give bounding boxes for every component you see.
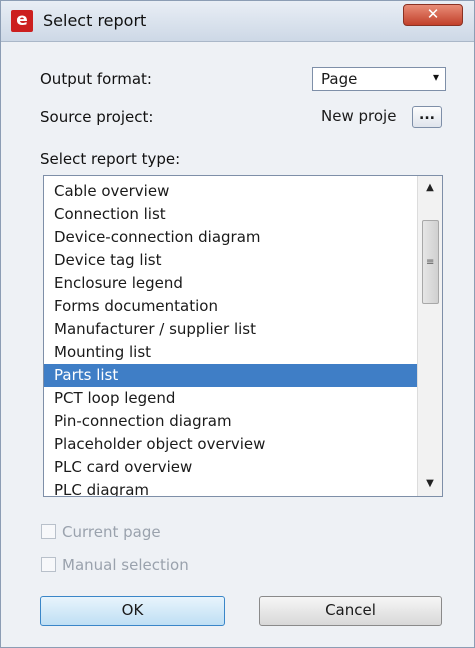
source-project-label: Source project: (40, 108, 154, 126)
manual-selection-checkbox[interactable] (41, 557, 56, 572)
title-bar[interactable]: e Select report ✕ (1, 1, 474, 42)
list-item[interactable]: Mounting list (44, 341, 417, 364)
current-page-option[interactable]: Current page (41, 523, 161, 541)
report-type-items: Cable overview Connection list Device-conn… (44, 180, 417, 496)
grip-icon: ≡ (426, 257, 435, 268)
output-format-value: Page (321, 70, 358, 88)
scroll-thumb[interactable]: ≡ (422, 220, 439, 304)
list-item[interactable]: Device tag list (44, 249, 417, 272)
list-item[interactable]: Forms documentation (44, 295, 417, 318)
select-report-dialog: e Select report ✕ Output format: Page ▾ … (0, 0, 475, 648)
vertical-scrollbar[interactable]: ▲ ≡ ▼ (417, 176, 442, 496)
report-type-list[interactable]: Cable overview Connection list Device-conn… (43, 175, 443, 497)
list-item[interactable]: Pin-connection diagram (44, 410, 417, 433)
browse-project-button[interactable]: ... (412, 106, 442, 128)
current-page-label: Current page (62, 523, 161, 541)
dialog-content: Output format: Page ▾ Source project: Ne… (1, 42, 474, 647)
close-button[interactable]: ✕ (403, 4, 463, 26)
list-item[interactable]: Parts list (44, 364, 417, 387)
manual-selection-option[interactable]: Manual selection (41, 556, 189, 574)
chevron-down-icon: ▾ (432, 70, 439, 84)
list-item[interactable]: PLC card overview (44, 456, 417, 479)
output-format-label: Output format: (40, 70, 152, 88)
app-logo-icon: e (11, 10, 33, 32)
cancel-button[interactable]: Cancel (259, 596, 442, 626)
manual-selection-label: Manual selection (62, 556, 189, 574)
list-item[interactable]: Manufacturer / supplier list (44, 318, 417, 341)
list-item[interactable]: PLC diagram (44, 479, 417, 496)
list-item[interactable]: Device-connection diagram (44, 226, 417, 249)
list-item[interactable]: Connection list (44, 203, 417, 226)
list-item[interactable]: Cable overview (44, 180, 417, 203)
output-format-dropdown[interactable]: Page ▾ (312, 67, 446, 91)
scroll-down-icon[interactable]: ▼ (418, 474, 442, 494)
list-item[interactable]: Placeholder object overview (44, 433, 417, 456)
report-type-label: Select report type: (40, 150, 181, 168)
list-item[interactable]: PCT loop legend (44, 387, 417, 410)
ok-button[interactable]: OK (40, 596, 225, 626)
dialog-title: Select report (43, 11, 147, 30)
list-item[interactable]: Enclosure legend (44, 272, 417, 295)
scroll-up-icon[interactable]: ▲ (418, 178, 442, 198)
source-project-value: New proje (321, 107, 397, 125)
current-page-checkbox[interactable] (41, 524, 56, 539)
